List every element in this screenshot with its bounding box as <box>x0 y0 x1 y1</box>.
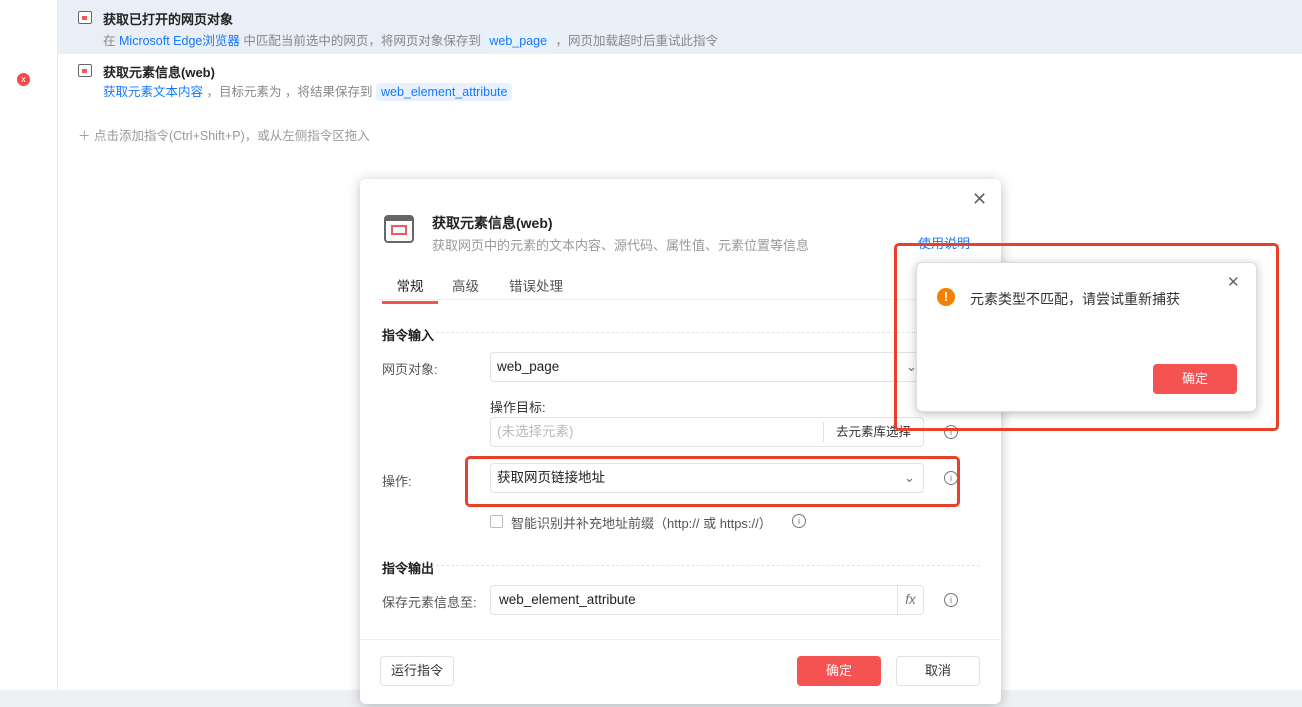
operation-link[interactable]: 获取元素文本内容 <box>103 85 203 99</box>
annotation-highlight-operation <box>465 456 960 507</box>
target-label: 操作目标: <box>490 400 546 415</box>
target-field[interactable]: (未选择元素) 去元素库选择 <box>490 417 924 447</box>
operation-label: 操作: <box>382 474 412 489</box>
element-icon <box>78 64 92 77</box>
step-desc: 获取元素文本内容 ，目标元素为 ，将结果保存到 web_element_attr… <box>103 81 513 101</box>
tab-advanced[interactable]: 高级 <box>452 275 479 295</box>
dialog-title: 获取元素信息(web) <box>432 215 553 231</box>
input-section-title: 指令输入 <box>382 328 435 343</box>
webpage-icon <box>78 11 92 24</box>
save-to-value: web_element_attribute <box>499 592 636 607</box>
error-icon: x <box>17 73 30 86</box>
output-section-title: 指令输出 <box>382 561 435 576</box>
element-info-icon <box>384 215 414 243</box>
add-hint-text: 点击添加指令(Ctrl+Shift+P)，或从左侧指令区拖入 <box>93 129 370 143</box>
confirm-button[interactable]: 确定 <box>797 656 881 686</box>
left-gutter <box>0 0 58 690</box>
variable-chip[interactable]: web_element_attribute <box>375 83 513 101</box>
run-command-button[interactable]: 运行指令 <box>380 656 454 686</box>
desc-text: ，网页加载超时后重试此指令 <box>555 34 719 48</box>
target-placeholder: (未选择元素) <box>497 424 574 439</box>
close-icon[interactable]: ✕ <box>972 189 987 210</box>
web-object-value: web_page <box>497 359 560 374</box>
step-title[interactable]: 获取元素信息(web) <box>103 62 215 81</box>
desc-text: 中匹配当前选中的网页，将网页对象保存到 <box>243 34 481 48</box>
fx-button[interactable]: fx <box>897 586 923 614</box>
save-to-label: 保存元素信息至: <box>382 595 477 610</box>
variable-chip[interactable]: web_page <box>484 32 553 50</box>
tabs-divider <box>378 299 980 300</box>
web-object-select[interactable]: web_page ⌄ <box>490 352 924 382</box>
save-to-input[interactable]: web_element_attribute fx <box>490 585 924 615</box>
browser-link[interactable]: Microsoft Edge浏览器 <box>119 34 240 48</box>
step-desc: 在 Microsoft Edge浏览器 中匹配当前选中的网页，将网页对象保存到 … <box>103 30 719 50</box>
prefix-checkbox[interactable] <box>490 515 503 528</box>
plus-icon: ＋ <box>78 129 94 143</box>
add-command-hint[interactable]: ＋ 点击添加指令(Ctrl+Shift+P)，或从左侧指令区拖入 <box>78 125 370 144</box>
step-title: 获取已打开的网页对象 <box>103 12 234 27</box>
annotation-highlight-alert <box>894 243 1279 431</box>
info-icon[interactable]: i <box>792 514 806 528</box>
footer-divider <box>360 639 1001 640</box>
prefix-checkbox-label[interactable]: 智能识别并补充地址前缀（http:// 或 https://） <box>511 513 772 532</box>
section-divider <box>436 565 980 566</box>
tab-error-handling[interactable]: 错误处理 <box>509 275 563 295</box>
info-icon[interactable]: i <box>944 593 958 607</box>
cancel-button[interactable]: 取消 <box>896 656 980 686</box>
web-object-label: 网页对象: <box>382 362 438 377</box>
dialog-subtitle: 获取网页中的元素的文本内容、源代码、属性值、元素位置等信息 <box>432 238 810 253</box>
desc-text: 在 <box>103 34 116 48</box>
desc-text: ，目标元素为 ，将结果保存到 <box>206 85 373 99</box>
